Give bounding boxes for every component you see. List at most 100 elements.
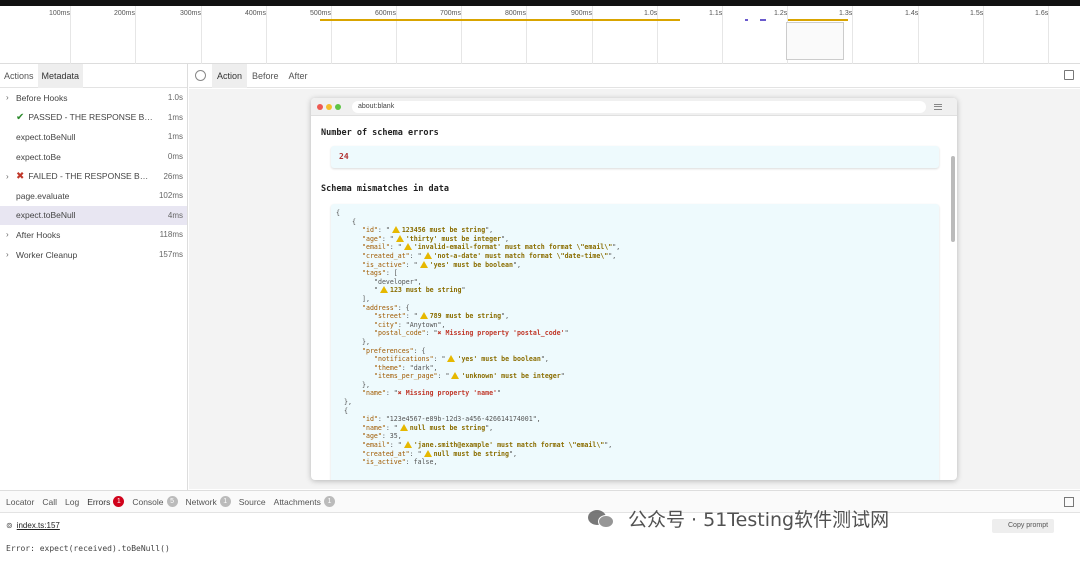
json-line: "is_active": false,: [362, 458, 438, 467]
action-item[interactable]: expect.toBe 0ms: [0, 147, 187, 167]
warning-icon: [395, 234, 404, 242]
tab-actions[interactable]: Actions: [0, 64, 38, 88]
action-item[interactable]: › After Hooks 118ms: [0, 225, 187, 245]
tick-label: 200ms: [114, 10, 136, 17]
tab-action[interactable]: Action: [212, 63, 248, 88]
tab-metadata[interactable]: Metadata: [37, 63, 84, 88]
action-item[interactable]: ✔ PASSED - THE RESPONSE BODY... 1ms: [0, 108, 187, 128]
error-message: Error: expect(received).toBeNull(): [6, 544, 170, 553]
browser-window: about:blank Number of schema errors 24 S…: [311, 98, 957, 480]
action-label: FAILED - THE RESPONSE BOD...: [28, 171, 153, 182]
action-duration: 1ms: [167, 132, 183, 142]
warning-icon: [403, 243, 412, 251]
tab-attachments[interactable]: Attachments 1: [270, 496, 339, 507]
timeline-tick: 1.0s: [644, 6, 658, 64]
scrollbar[interactable]: [951, 156, 955, 242]
tab-label: Console: [132, 496, 164, 507]
action-item[interactable]: › Worker Cleanup 157ms: [0, 245, 187, 265]
tab-label: Attachments: [273, 496, 321, 507]
warning-icon: [447, 355, 456, 363]
pick-locator-icon[interactable]: [195, 70, 206, 81]
chevron-right-icon[interactable]: ›: [6, 172, 16, 181]
timeline-selection[interactable]: [786, 22, 844, 60]
action-item-selected[interactable]: expect.toBeNull 4ms: [0, 205, 187, 226]
timeline[interactable]: 100ms 200ms 300ms 400ms 500ms 600ms 700m…: [0, 6, 1080, 64]
tick-label: 400ms: [245, 10, 267, 17]
tab-after[interactable]: After: [284, 64, 313, 88]
timeline-tick: 100ms: [49, 6, 71, 64]
tick-label: 100ms: [49, 10, 71, 17]
browser-chrome: about:blank: [311, 98, 957, 116]
maximize-dot-icon: [335, 103, 341, 110]
json-line: ],: [362, 294, 370, 303]
json-line: "tags": [: [362, 269, 398, 278]
minimize-dot-icon: [326, 103, 332, 110]
left-tabs: Actions Metadata: [0, 63, 187, 88]
action-item[interactable]: page.evaluate 102ms: [0, 186, 187, 206]
timeline-tick: 300ms: [180, 6, 202, 64]
timeline-tick: 400ms: [245, 6, 267, 64]
timeline-tick: 700ms: [440, 6, 462, 64]
json-line: "postal_code": "✖ Missing property 'post…: [374, 329, 569, 338]
chevron-right-icon[interactable]: ›: [6, 93, 16, 102]
action-duration: 26ms: [163, 171, 183, 181]
action-duration: 118ms: [159, 230, 183, 240]
tab-network[interactable]: Network 1: [182, 496, 235, 507]
action-item[interactable]: › Before Hooks 1.0s: [0, 88, 187, 108]
hamburger-menu-icon[interactable]: [934, 103, 942, 110]
timeline-tick: 500ms: [310, 6, 332, 64]
json-line: "developer",: [374, 277, 422, 286]
json-line: "created_at": "'not-a-date' must match f…: [362, 251, 617, 260]
address-bar[interactable]: about:blank: [352, 100, 926, 113]
action-label: expect.toBe: [16, 151, 61, 162]
chevron-right-icon[interactable]: ›: [6, 250, 16, 259]
error-count: 24: [331, 146, 939, 168]
split-view-icon[interactable]: [1064, 497, 1074, 507]
timeline-tick: 800ms: [505, 6, 527, 64]
json-line: "city": "Anytown",: [374, 320, 446, 329]
action-duration: 102ms: [158, 191, 183, 201]
action-label: After Hooks: [16, 229, 61, 240]
copy-prompt-button[interactable]: Copy prompt: [992, 519, 1054, 533]
close-dot-icon: [317, 103, 323, 110]
action-duration: 0ms: [167, 152, 183, 162]
json-line: "name": " null must be string",: [362, 423, 494, 432]
action-duration: 157ms: [158, 250, 183, 260]
json-line: "age": 35,: [362, 432, 402, 441]
tick-label: 1.0s: [644, 10, 658, 17]
action-item[interactable]: › ✖ FAILED - THE RESPONSE BOD... 26ms: [0, 166, 187, 186]
action-item[interactable]: expect.toBeNull 1ms: [0, 127, 187, 147]
tab-locator[interactable]: Locator: [2, 497, 38, 507]
source-link[interactable]: index.ts:157: [17, 521, 60, 530]
tab-before[interactable]: Before: [247, 64, 284, 88]
action-duration: 1.0s: [167, 93, 183, 103]
mismatch-heading: Schema mismatches in data: [321, 184, 449, 194]
chevron-right-icon[interactable]: ›: [6, 230, 16, 239]
timeline-tick: 1.3s: [839, 6, 853, 64]
tick-label: 1.3s: [839, 10, 853, 17]
tick-label: 1.2s: [774, 10, 788, 17]
action-label: PASSED - THE RESPONSE BODY...: [28, 112, 153, 123]
action-duration: 4ms: [167, 210, 183, 220]
console-badge: 5: [166, 496, 178, 507]
tab-call[interactable]: Call: [38, 497, 61, 507]
json-line: "name": "✖ Missing property 'name'": [362, 389, 502, 398]
json-line: "id": "123e4567-e89b-12d3-a456-426614174…: [362, 415, 541, 424]
timeline-tick: 1.5s: [970, 6, 984, 64]
json-line: },: [362, 337, 370, 346]
action-duration: 1ms: [167, 112, 183, 122]
tab-source[interactable]: Source: [235, 497, 270, 507]
tab-errors[interactable]: Errors 1: [83, 496, 128, 507]
timeline-tick: 600ms: [375, 6, 397, 64]
action-label: Worker Cleanup: [16, 249, 78, 260]
tab-label: Network: [185, 496, 217, 507]
tab-console[interactable]: Console 5: [128, 496, 181, 507]
tick-label: 800ms: [505, 10, 527, 17]
warning-icon: [451, 372, 460, 380]
timeline-bar: [788, 19, 848, 21]
tab-log[interactable]: Log: [61, 497, 83, 507]
json-line: },: [344, 398, 352, 407]
external-link-icon[interactable]: [1064, 70, 1074, 80]
tick-label: 700ms: [440, 10, 462, 17]
timeline-marker: [760, 19, 766, 21]
